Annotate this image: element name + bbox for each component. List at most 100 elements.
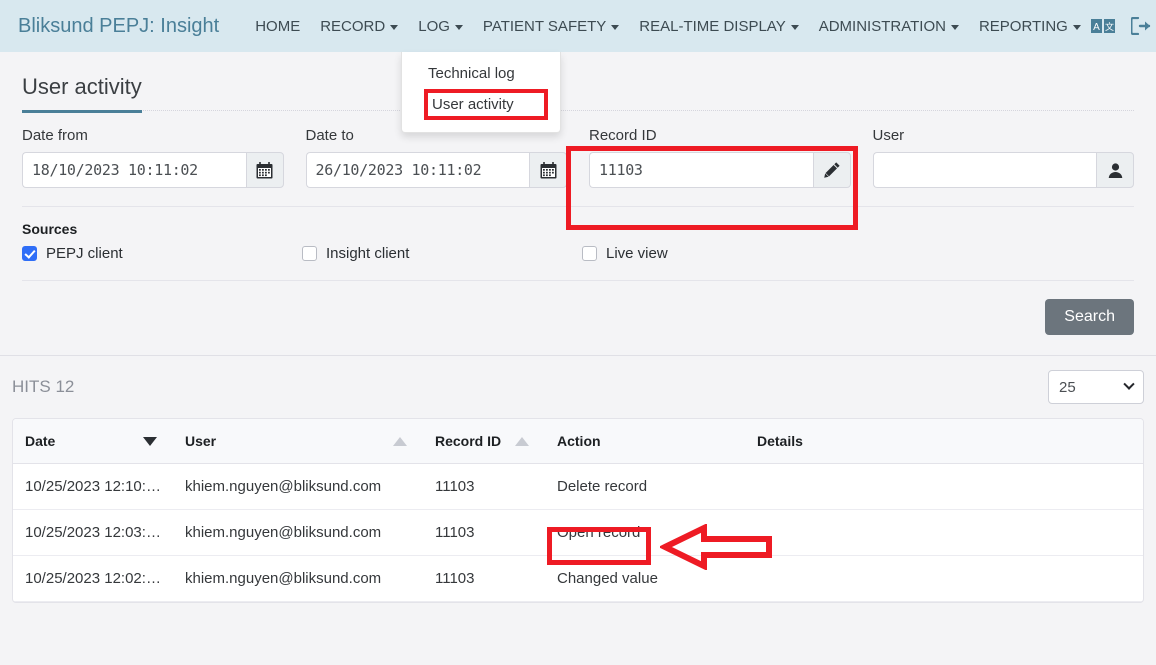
- results-table: Date User Record ID Action Details 10/25…: [12, 418, 1144, 603]
- page-title: User activity: [22, 74, 142, 113]
- page-size-value: 25: [1059, 378, 1076, 396]
- user-icon[interactable]: [1096, 152, 1134, 188]
- input-group-date-to: [305, 152, 567, 188]
- input-group-record-id: [589, 152, 851, 188]
- source-label: Insight client: [326, 245, 410, 262]
- pencil-icon[interactable]: [812, 152, 851, 188]
- chevron-down-icon: [454, 24, 463, 30]
- page-size-select[interactable]: 25: [1048, 370, 1144, 404]
- dropdown-item-technical-log[interactable]: Technical log: [402, 60, 560, 87]
- column-header-user[interactable]: User: [173, 419, 423, 464]
- svg-text:文: 文: [1105, 21, 1114, 33]
- field-date-to: Date to: [305, 127, 567, 188]
- table-row[interactable]: 10/25/2023 12:02:… khiem.nguyen@bliksund…: [13, 555, 1143, 602]
- source-checkbox-pepj-client[interactable]: PEPJ client: [22, 245, 302, 262]
- nav-item-patient-safety[interactable]: PATIENT SAFETY: [473, 12, 629, 41]
- source-checkbox-live-view[interactable]: Live view: [582, 245, 668, 262]
- search-bar: Search: [22, 281, 1134, 355]
- nav-item-log[interactable]: LOG: [408, 12, 473, 41]
- chevron-down-icon: [790, 24, 799, 30]
- cell-details: [745, 463, 1143, 510]
- source-label: Live view: [606, 245, 668, 262]
- nav-item-reporting[interactable]: REPORTING: [969, 12, 1091, 41]
- nav-item-label: PATIENT SAFETY: [482, 17, 607, 35]
- user-input[interactable]: [872, 152, 1096, 188]
- nav-items: HOME RECORD LOG PATIENT SAFETY REAL-TIME…: [245, 12, 1091, 41]
- date-to-input[interactable]: [305, 152, 529, 188]
- hits-row: HITS 12 25: [0, 356, 1156, 418]
- calendar-icon[interactable]: [245, 152, 284, 188]
- cell-user: khiem.nguyen@bliksund.com: [173, 509, 423, 556]
- table-header-row: Date User Record ID Action Details: [13, 419, 1143, 464]
- field-label: User: [872, 127, 905, 144]
- form-divider: [22, 206, 1134, 207]
- cell-record-id: 11103: [423, 555, 545, 602]
- cell-action: Open record: [545, 509, 745, 556]
- checkbox-icon[interactable]: [582, 246, 597, 261]
- sources-title: Sources: [22, 221, 78, 237]
- chevron-down-icon: [950, 24, 959, 30]
- logout-icon[interactable]: [1130, 17, 1151, 35]
- hits-count: HITS 12: [12, 377, 75, 396]
- nav-item-label: REPORTING: [978, 17, 1068, 35]
- sort-asc-icon: [393, 436, 407, 446]
- search-form: Date from 18/10/2023 10:11:02 Date to 26…: [22, 111, 1134, 188]
- source-label: PEPJ client: [46, 245, 123, 262]
- chevron-down-icon: [611, 24, 620, 30]
- cell-details: [745, 509, 1143, 556]
- log-dropdown-menu: Technical log User activity: [401, 52, 561, 133]
- checkbox-icon[interactable]: [302, 246, 317, 261]
- nav-item-administration[interactable]: ADMINISTRATION: [809, 12, 969, 41]
- nav-item-label: RECORD: [320, 17, 386, 35]
- cell-action: Changed value: [545, 555, 745, 602]
- calendar-icon[interactable]: [529, 152, 567, 188]
- nav-right-icons: A 文: [1090, 17, 1155, 35]
- cell-date: 10/25/2023 12:10:…: [13, 463, 173, 510]
- top-navbar: Bliksund PEPJ: Insight HOME RECORD LOG P…: [0, 0, 1156, 52]
- cell-user: khiem.nguyen@bliksund.com: [173, 463, 423, 510]
- cell-user: khiem.nguyen@bliksund.com: [173, 555, 423, 602]
- cell-record-id: 11103: [423, 463, 545, 510]
- page-title-wrap: User activity: [22, 52, 1134, 113]
- column-header-record-id[interactable]: Record ID: [423, 419, 545, 464]
- input-group-date-from: [22, 152, 284, 188]
- column-label: Action: [557, 433, 601, 449]
- field-date-from: Date from: [22, 127, 284, 188]
- column-label: Date: [25, 433, 56, 449]
- sources-row: PEPJ client Insight client Live view: [22, 245, 1134, 262]
- table-row[interactable]: 10/25/2023 12:03:… khiem.nguyen@bliksund…: [13, 509, 1143, 556]
- nav-item-label: LOG: [418, 17, 450, 35]
- cell-date: 10/25/2023 12:03:…: [13, 509, 173, 556]
- source-checkbox-insight-client[interactable]: Insight client: [302, 245, 582, 262]
- column-header-date[interactable]: Date: [13, 419, 173, 464]
- record-id-input[interactable]: [589, 152, 813, 188]
- nav-item-label: ADMINISTRATION: [818, 17, 946, 35]
- page-body: User activity Date from 18/10/2023 10:11…: [0, 52, 1156, 355]
- translate-icon[interactable]: A 文: [1090, 19, 1115, 33]
- cell-date: 10/25/2023 12:02:…: [13, 555, 173, 602]
- checkbox-icon[interactable]: [22, 246, 37, 261]
- dropdown-item-user-activity[interactable]: User activity: [424, 89, 548, 120]
- field-user: User: [872, 127, 1134, 188]
- column-header-action[interactable]: Action: [545, 419, 745, 464]
- cell-action: Delete record: [545, 463, 745, 510]
- search-button[interactable]: Search: [1045, 299, 1134, 335]
- app-brand[interactable]: Bliksund PEPJ: Insight: [18, 15, 219, 38]
- column-header-details[interactable]: Details: [745, 419, 1143, 464]
- chevron-down-icon: [390, 24, 399, 30]
- table-row[interactable]: 10/25/2023 12:10:… khiem.nguyen@bliksund…: [13, 463, 1143, 510]
- svg-text:A: A: [1093, 22, 1100, 33]
- nav-item-home[interactable]: HOME: [245, 12, 310, 41]
- nav-item-real-time-display[interactable]: REAL-TIME DISPLAY: [629, 12, 808, 41]
- nav-item-label: HOME: [255, 17, 301, 35]
- sort-desc-icon: [143, 436, 157, 446]
- chevron-down-icon: [1072, 24, 1081, 30]
- nav-item-record[interactable]: RECORD: [310, 12, 408, 41]
- nav-item-label: REAL-TIME DISPLAY: [639, 17, 786, 35]
- input-group-user: [872, 152, 1134, 188]
- cell-record-id: 11103: [423, 509, 545, 556]
- field-record-id: Record ID: [589, 127, 851, 188]
- field-label: Record ID: [589, 127, 657, 144]
- date-from-input[interactable]: [22, 152, 246, 188]
- cell-details: [745, 555, 1143, 602]
